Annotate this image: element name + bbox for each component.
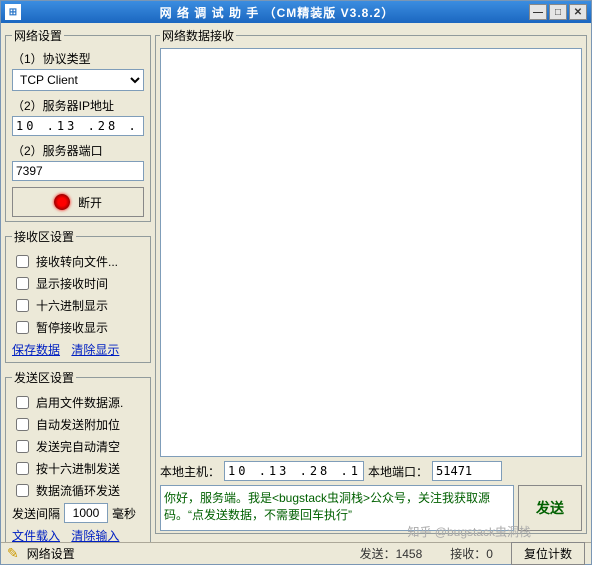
send-opt-0[interactable]: 启用文件数据源. xyxy=(12,393,144,412)
interval-label: 发送间隔 xyxy=(12,505,60,522)
recv-area-legend: 网络数据接收 xyxy=(160,27,236,44)
disconnect-label: 断开 xyxy=(78,194,102,211)
recv-opt-2[interactable]: 十六进制显示 xyxy=(12,296,144,315)
app-icon: ⊞ xyxy=(5,4,21,20)
server-ip-input[interactable] xyxy=(12,116,144,136)
right-panel: 网络数据接收 本地主机： 本地端口： 你好，服务端。我是<bugstack虫洞栈… xyxy=(155,27,587,538)
send-opt-2[interactable]: 发送完自动清空 xyxy=(12,437,144,456)
local-host-input[interactable] xyxy=(224,461,364,481)
titlebar: ⊞ 网 络 调 试 助 手 （CM精装版 V3.8.2） — □ ✕ xyxy=(1,1,591,23)
send-opt-3[interactable]: 按十六进制发送 xyxy=(12,459,144,478)
recv-chk-1[interactable] xyxy=(16,277,29,290)
recv-settings-group: 接收区设置 接收转向文件... 显示接收时间 十六进制显示 暂停接收显示 保存数… xyxy=(5,228,151,363)
interval-input[interactable] xyxy=(64,503,108,523)
server-port-input[interactable] xyxy=(12,161,144,181)
network-settings-group: 网络设置 （1）协议类型 TCP Client （2）服务器IP地址 （2）服务… xyxy=(5,27,151,222)
disconnect-button[interactable]: 断开 xyxy=(12,187,144,217)
send-textarea[interactable]: 你好，服务端。我是<bugstack虫洞栈>公众号，关注我获取源码。“点发送数据… xyxy=(160,485,514,531)
recv-label: 接收： xyxy=(450,547,486,561)
recv-chk-3[interactable] xyxy=(16,321,29,334)
recv-area-group: 网络数据接收 本地主机： 本地端口： 你好，服务端。我是<bugstack虫洞栈… xyxy=(155,27,587,534)
send-chk-0[interactable] xyxy=(16,396,29,409)
status-bar: ✎ 网络设置 发送：1458 接收：0 复位计数 xyxy=(1,542,591,564)
reset-counter-button[interactable]: 复位计数 xyxy=(511,542,585,565)
send-chk-2[interactable] xyxy=(16,440,29,453)
send-settings-group: 发送区设置 启用文件数据源. 自动发送附加位 发送完自动清空 按十六进制发送 数… xyxy=(5,369,151,542)
send-chk-3[interactable] xyxy=(16,462,29,475)
sent-label: 发送： xyxy=(360,547,396,561)
local-port-label: 本地端口： xyxy=(368,463,428,480)
recv-textarea[interactable] xyxy=(160,48,582,457)
save-data-link[interactable]: 保存数据 xyxy=(12,343,60,357)
network-settings-legend: 网络设置 xyxy=(12,27,64,44)
protocol-select[interactable]: TCP Client xyxy=(12,69,144,91)
protocol-label: （1）协议类型 xyxy=(12,50,144,67)
status-label: 网络设置 xyxy=(27,545,75,562)
send-opt-4[interactable]: 数据流循环发送 xyxy=(12,481,144,500)
maximize-button[interactable]: □ xyxy=(549,4,567,20)
recv-opt-1[interactable]: 显示接收时间 xyxy=(12,274,144,293)
server-port-label: （2）服务器端口 xyxy=(12,142,144,159)
recv-chk-2[interactable] xyxy=(16,299,29,312)
send-button[interactable]: 发送 xyxy=(518,485,582,531)
clear-input-link[interactable]: 清除输入 xyxy=(71,529,119,542)
close-button[interactable]: ✕ xyxy=(569,4,587,20)
local-host-label: 本地主机： xyxy=(160,463,220,480)
server-ip-label: （2）服务器IP地址 xyxy=(12,97,144,114)
send-chk-4[interactable] xyxy=(16,484,29,497)
send-settings-legend: 发送区设置 xyxy=(12,369,76,386)
clear-display-link[interactable]: 清除显示 xyxy=(71,343,119,357)
send-chk-1[interactable] xyxy=(16,418,29,431)
recv-value: 0 xyxy=(486,547,493,561)
local-port-input[interactable] xyxy=(432,461,502,481)
send-opt-1[interactable]: 自动发送附加位 xyxy=(12,415,144,434)
status-icon: ✎ xyxy=(7,545,19,562)
minimize-button[interactable]: — xyxy=(529,4,547,20)
file-load-link[interactable]: 文件载入 xyxy=(12,529,60,542)
recv-opt-3[interactable]: 暂停接收显示 xyxy=(12,318,144,337)
sent-value: 1458 xyxy=(396,547,423,561)
record-dot-icon xyxy=(54,194,70,210)
recv-settings-legend: 接收区设置 xyxy=(12,228,76,245)
recv-opt-0[interactable]: 接收转向文件... xyxy=(12,252,144,271)
window-title: 网 络 调 试 助 手 （CM精装版 V3.8.2） xyxy=(27,4,527,21)
interval-unit: 毫秒 xyxy=(112,505,136,522)
left-panel: 网络设置 （1）协议类型 TCP Client （2）服务器IP地址 （2）服务… xyxy=(5,27,151,538)
recv-chk-0[interactable] xyxy=(16,255,29,268)
